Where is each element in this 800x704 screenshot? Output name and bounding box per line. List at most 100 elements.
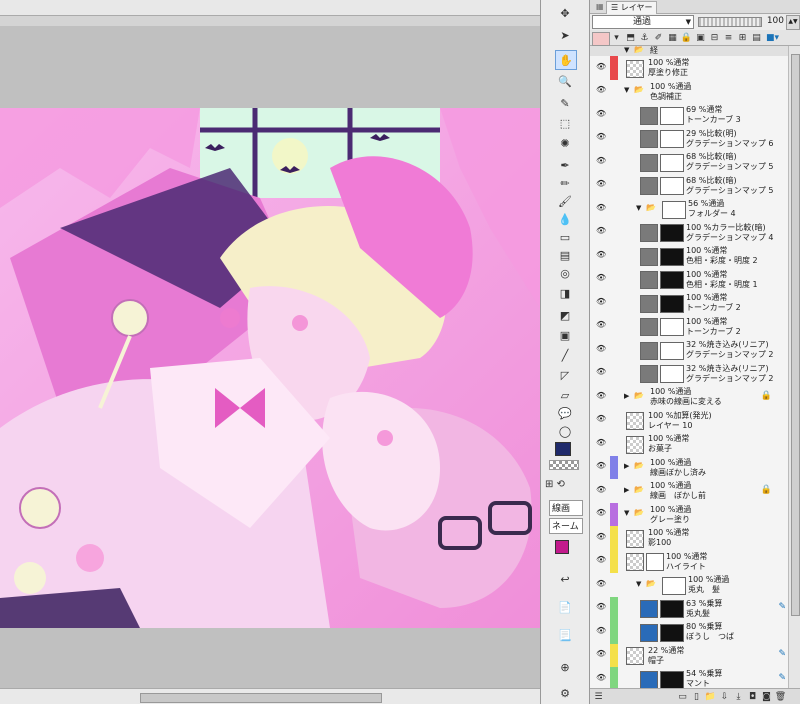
folder-toggle-icon[interactable]: ▶ xyxy=(624,392,629,400)
visibility-eye-icon[interactable]: 👁 xyxy=(596,109,606,118)
layer-row[interactable]: 👁 ▶ 📂 100 %通過 線画 ぼかし前 🔒 xyxy=(590,479,788,504)
ruler-tool-icon[interactable]: ◸ xyxy=(555,366,575,384)
layer-row[interactable]: 👁 68 %比較(暗) グラデーションマップ 5 xyxy=(590,173,788,198)
layer-row[interactable]: 👁 32 %焼き込み(リニア) グラデーションマップ 2 xyxy=(590,361,788,386)
fill-tool-icon[interactable]: ◨ xyxy=(555,284,575,302)
folder-toggle-icon[interactable]: ▼ xyxy=(624,46,629,54)
layer-list[interactable]: ▼ 📂 経 👁 100 %通常 厚塗り修正 👁 ▼ 📂 100 %通過 色調補正 👁 69 %通常 トーン… xyxy=(590,46,788,688)
target-icon[interactable]: ⊕ xyxy=(555,658,575,676)
layer-row[interactable]: 👁 100 %通常 色相・彩度・明度 1 xyxy=(590,267,788,292)
layer-property-icon[interactable]: ☰ xyxy=(592,691,605,703)
layer-row[interactable]: 👁 100 %通常 トーンカーブ 2 xyxy=(590,314,788,339)
balloon-tool-icon[interactable]: 💬 xyxy=(555,404,575,422)
sub-color-swatch[interactable] xyxy=(555,540,569,554)
pen-tool-icon[interactable]: ✒ xyxy=(555,156,575,174)
layer-row[interactable]: 👁 100 %通常 影100 xyxy=(590,526,788,551)
reference-icon[interactable]: ⚓ xyxy=(638,32,651,44)
layer-row[interactable]: 👁 68 %比較(暗) グラデーションマップ 5 xyxy=(590,150,788,175)
folder-toggle-icon[interactable]: ▼ xyxy=(636,204,641,212)
decoration-tool-icon[interactable]: ◎ xyxy=(555,264,575,282)
layer-row[interactable]: 👁 ▼ 📂 100 %通過 グレー塗り xyxy=(590,502,788,527)
folder-toggle-icon[interactable]: ▼ xyxy=(636,580,641,588)
layer-row[interactable]: 👁 69 %通常 トーンカーブ 3 xyxy=(590,103,788,128)
lock-icon[interactable]: 🔒 xyxy=(680,32,693,44)
pencil-tool-icon[interactable]: ✏ xyxy=(555,174,575,192)
layer-row[interactable]: 👁 100 %通常 トーンカーブ 2 xyxy=(590,291,788,316)
visibility-eye-icon[interactable]: 👁 xyxy=(596,297,606,306)
layer-row[interactable]: 👁 ▼ 📂 100 %通過 色調補正 xyxy=(590,79,788,104)
opacity-value[interactable]: 100 xyxy=(762,15,784,28)
visibility-eye-icon[interactable]: 👁 xyxy=(596,85,606,94)
new-folder-icon[interactable]: 📁 xyxy=(704,691,717,703)
visibility-eye-icon[interactable]: 👁 xyxy=(596,626,606,635)
canvas-area[interactable] xyxy=(0,0,540,704)
visibility-eye-icon[interactable]: 👁 xyxy=(596,414,606,423)
lock-icon[interactable]: 🔒 xyxy=(761,391,772,401)
visibility-eye-icon[interactable]: 👁 xyxy=(596,438,606,447)
settings-icon[interactable]: ⚙ xyxy=(555,684,575,702)
transfer-down-icon[interactable]: ⇩ xyxy=(718,691,731,703)
visibility-eye-icon[interactable]: 👁 xyxy=(596,132,606,141)
visibility-eye-icon[interactable]: 👁 xyxy=(596,391,606,400)
folder-toggle-icon[interactable]: ▼ xyxy=(624,86,629,94)
selection-tool-icon[interactable]: ⬚ xyxy=(555,114,575,132)
mask-create-icon[interactable]: ◘ xyxy=(746,691,759,703)
layer-row[interactable]: 👁 100 %カラー比較(暗) グラデーションマップ 4 xyxy=(590,220,788,245)
visibility-eye-icon[interactable]: 👁 xyxy=(596,179,606,188)
figure-tool-icon[interactable]: ▣ xyxy=(555,326,575,344)
blend-mode-select[interactable]: 通過 ▼ xyxy=(592,15,694,29)
tab-layer[interactable]: ☰ レイヤー xyxy=(606,1,658,14)
layer-list-scrollbar[interactable] xyxy=(788,46,800,688)
line-tool-icon[interactable]: ╱ xyxy=(555,346,575,364)
visibility-eye-icon[interactable]: 👁 xyxy=(596,367,606,376)
visibility-eye-icon[interactable]: 👁 xyxy=(596,532,606,541)
layer-row[interactable]: 👁 ▼ 📂 100 %通過 兎丸 髪 xyxy=(590,573,788,598)
blend-tool-icon[interactable]: 💧 xyxy=(555,210,575,228)
frame-tool-icon[interactable]: ▱ xyxy=(555,386,575,404)
line-art-label[interactable]: 線画 xyxy=(549,500,583,516)
visibility-eye-icon[interactable]: 👁 xyxy=(596,226,606,235)
layer-row[interactable]: 👁 100 %加算(発光) レイヤー 10 xyxy=(590,408,788,433)
folder-toggle-icon[interactable]: ▼ xyxy=(624,509,629,517)
visibility-eye-icon[interactable]: 👁 xyxy=(596,673,606,682)
horizontal-scrollbar[interactable] xyxy=(0,688,540,704)
layer-row[interactable]: 👁 ▶ 📂 100 %通過 線画ぼかし済み xyxy=(590,455,788,480)
scrollbar-thumb[interactable] xyxy=(140,693,382,703)
eyedropper-icon[interactable]: ✎ xyxy=(555,94,575,112)
layer-color-icon[interactable] xyxy=(592,32,610,46)
layer-row[interactable]: 👁 54 %乗算 マント ✎ xyxy=(590,667,788,688)
layer-row[interactable]: 👁 100 %通常 厚塗り修正 xyxy=(590,56,788,81)
ruler-icon[interactable]: ⊟ xyxy=(708,32,721,44)
main-color-swatch[interactable] xyxy=(555,442,571,456)
visibility-eye-icon[interactable]: 👁 xyxy=(596,555,606,564)
visibility-eye-icon[interactable]: 👁 xyxy=(596,508,606,517)
combine-down-icon[interactable]: ⤓ xyxy=(732,691,745,703)
layer-row[interactable]: 👁 80 %乗算 ぼうし つば xyxy=(590,620,788,645)
text-tool-icon[interactable]: ◯ xyxy=(555,422,575,440)
dropdown-icon[interactable]: ▾ xyxy=(610,32,623,44)
visibility-eye-icon[interactable]: 👁 xyxy=(596,461,606,470)
grid-icon[interactable]: ⊞ xyxy=(736,32,749,44)
visibility-eye-icon[interactable]: 👁 xyxy=(596,344,606,353)
move-tool-icon[interactable]: ✥ xyxy=(555,4,575,22)
clip-icon[interactable]: ⬒ xyxy=(624,32,637,44)
layer-row[interactable]: 👁 63 %乗算 兎丸髪 ✎ xyxy=(590,596,788,621)
visibility-eye-icon[interactable]: 👁 xyxy=(596,203,606,212)
layer-row[interactable]: 👁 100 %通常 色相・彩度・明度 2 xyxy=(590,244,788,269)
eraser-tool-icon[interactable]: ▭ xyxy=(555,228,575,246)
mask-apply-icon[interactable]: ◙ xyxy=(760,691,773,703)
visibility-eye-icon[interactable]: 👁 xyxy=(596,579,606,588)
layer-row[interactable]: 👁 ▶ 📂 100 %通過 赤味の線画に変える 🔒 xyxy=(590,385,788,410)
operation-tool-icon[interactable]: ➤ xyxy=(555,26,575,44)
hand-tool-icon[interactable]: ✋ xyxy=(555,50,577,70)
undo-icon[interactable]: ↩ xyxy=(555,570,575,588)
panel-icon[interactable]: ▤ xyxy=(750,32,763,44)
color-select-icon[interactable]: ■▾ xyxy=(766,32,779,44)
visibility-eye-icon[interactable]: 👁 xyxy=(596,156,606,165)
visibility-eye-icon[interactable]: 👁 xyxy=(596,649,606,658)
list-icon[interactable]: ≡ xyxy=(722,32,735,44)
brush-tool-icon[interactable]: 🖌 xyxy=(555,192,575,210)
folder-toggle-icon[interactable]: ▶ xyxy=(624,486,629,494)
draft-icon[interactable]: ✐ xyxy=(652,32,665,44)
visibility-eye-icon[interactable]: 👁 xyxy=(596,320,606,329)
